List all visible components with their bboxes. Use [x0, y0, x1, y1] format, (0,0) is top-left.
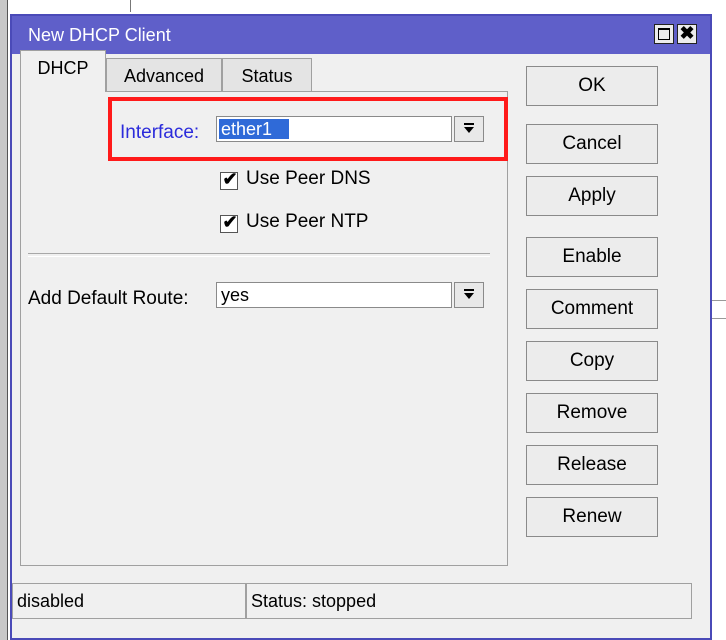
- enable-button[interactable]: Enable: [526, 237, 658, 277]
- tab-dhcp[interactable]: DHCP: [20, 50, 106, 92]
- use-peer-ntp-label: Use Peer NTP: [246, 211, 369, 232]
- copy-button[interactable]: Copy: [526, 341, 658, 381]
- background-divider: [712, 318, 726, 319]
- cancel-button[interactable]: Cancel: [526, 124, 658, 164]
- remove-button[interactable]: Remove: [526, 393, 658, 433]
- section-divider: [28, 253, 490, 257]
- add-default-route-dropdown-button[interactable]: [454, 282, 484, 308]
- close-button[interactable]: ✖: [677, 23, 697, 44]
- dhcp-tab-panel: [20, 91, 508, 566]
- add-default-route-value: yes: [221, 285, 250, 305]
- ok-button[interactable]: OK: [526, 66, 658, 106]
- use-peer-ntp-checkbox[interactable]: ✔: [220, 212, 238, 233]
- title-bar[interactable]: New DHCP Client ✖: [12, 16, 710, 54]
- maximize-icon: [658, 28, 670, 40]
- dropdown-bar-icon: [464, 289, 474, 291]
- renew-button[interactable]: Renew: [526, 497, 658, 537]
- add-default-route-label: Add Default Route:: [28, 288, 189, 309]
- checkmark-icon: ✔: [222, 212, 238, 232]
- use-peer-dns-label: Use Peer DNS: [246, 168, 371, 189]
- background-window-edge: [0, 0, 8, 640]
- checkmark-icon: ✔: [222, 169, 238, 189]
- tab-advanced[interactable]: Advanced: [106, 58, 222, 94]
- use-peer-dns-checkbox[interactable]: ✔: [220, 169, 238, 190]
- window-title: New DHCP Client: [28, 25, 171, 45]
- comment-button[interactable]: Comment: [526, 289, 658, 329]
- background-divider: [130, 0, 131, 12]
- status-state-cell: Status: stopped: [246, 583, 692, 619]
- apply-button[interactable]: Apply: [526, 176, 658, 216]
- maximize-button[interactable]: [654, 24, 674, 44]
- close-icon: ✖: [679, 23, 695, 43]
- release-button[interactable]: Release: [526, 445, 658, 485]
- add-default-route-select[interactable]: yes: [216, 282, 452, 308]
- highlight-annotation: [108, 97, 508, 161]
- status-enabled-cell: disabled: [12, 583, 246, 619]
- tab-status[interactable]: Status: [222, 58, 312, 94]
- chevron-down-icon: [464, 293, 474, 299]
- background-divider: [712, 300, 726, 301]
